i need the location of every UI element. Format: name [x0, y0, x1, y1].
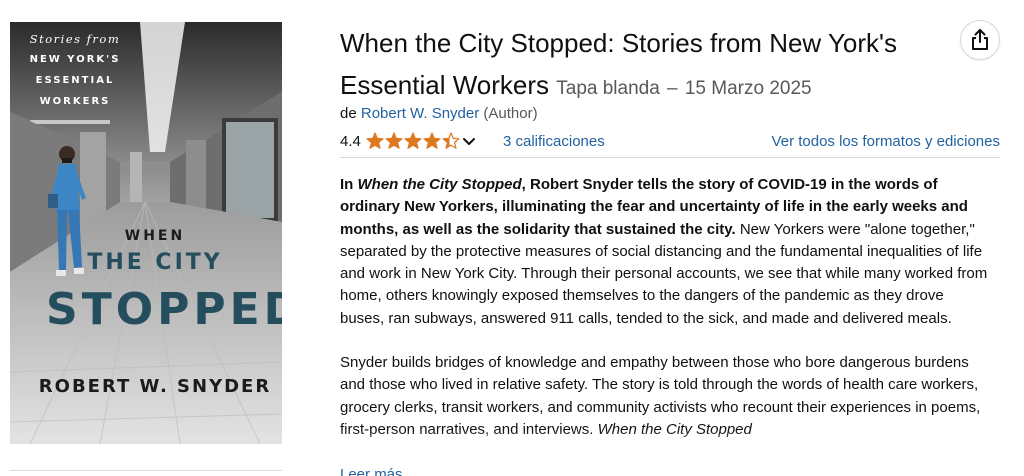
star-rating[interactable]: [366, 132, 460, 150]
book-description: In When the City Stopped, Robert Snyder …: [340, 174, 990, 463]
share-icon: [972, 29, 988, 50]
star-icon: [442, 132, 460, 149]
star-icon: [423, 132, 441, 149]
byline: de Robert W. Snyder (Author): [340, 105, 538, 122]
share-button[interactable]: [960, 20, 1000, 60]
rating-row: 4.4 3 calificaciones Ver todos los forma…: [340, 131, 1000, 153]
description-paragraph: Snyder builds bridges of knowledge and e…: [340, 352, 990, 441]
desc-title-italic: When the City Stopped: [357, 176, 522, 193]
desc-intro: In: [340, 176, 358, 193]
cover-tagline: Stories from: [29, 32, 121, 46]
all-formats-link[interactable]: Ver todos los formatos y ediciones: [772, 133, 1000, 150]
ratings-count-link[interactable]: 3 calificaciones: [503, 133, 605, 150]
format-date-separator: –: [667, 78, 678, 99]
cover-author: ROBERT W. SNYDER: [38, 376, 272, 397]
read-more-link[interactable]: Leer más: [340, 466, 403, 476]
book-cover-image[interactable]: Stories from NEW YORK'S ESSENTIAL WORKER…: [10, 22, 282, 444]
star-icon: [366, 132, 384, 149]
chevron-down-icon[interactable]: [461, 133, 477, 149]
cover-subtitle-line: WORKERS: [39, 96, 111, 107]
star-icon: [385, 132, 403, 149]
author-link[interactable]: Robert W. Snyder: [361, 105, 479, 122]
product-format: Tapa blanda: [556, 78, 660, 99]
author-role: (Author): [483, 105, 538, 122]
product-page: Stories from NEW YORK'S ESSENTIAL WORKER…: [0, 0, 1024, 476]
cover-title-stopped: STOPPED: [46, 284, 282, 335]
description-fade: [330, 430, 1024, 476]
publication-date: 15 Marzo 2025: [684, 78, 812, 99]
description-paragraph: In When the City Stopped, Robert Snyder …: [340, 174, 990, 330]
cover-title-when: WHEN: [124, 228, 186, 244]
cover-subtitle-line: ESSENTIAL: [35, 75, 115, 86]
cover-subtitle-line: NEW YORK'S: [29, 54, 121, 65]
thumbnail-divider: [10, 470, 282, 471]
star-icon: [404, 132, 422, 149]
rating-divider: [340, 157, 1000, 158]
byline-prefix: de: [340, 105, 357, 122]
cover-title-the-city: THE CITY: [87, 250, 223, 275]
average-rating: 4.4: [340, 133, 361, 150]
product-title: When the City Stopped: Stories from New …: [340, 22, 950, 110]
